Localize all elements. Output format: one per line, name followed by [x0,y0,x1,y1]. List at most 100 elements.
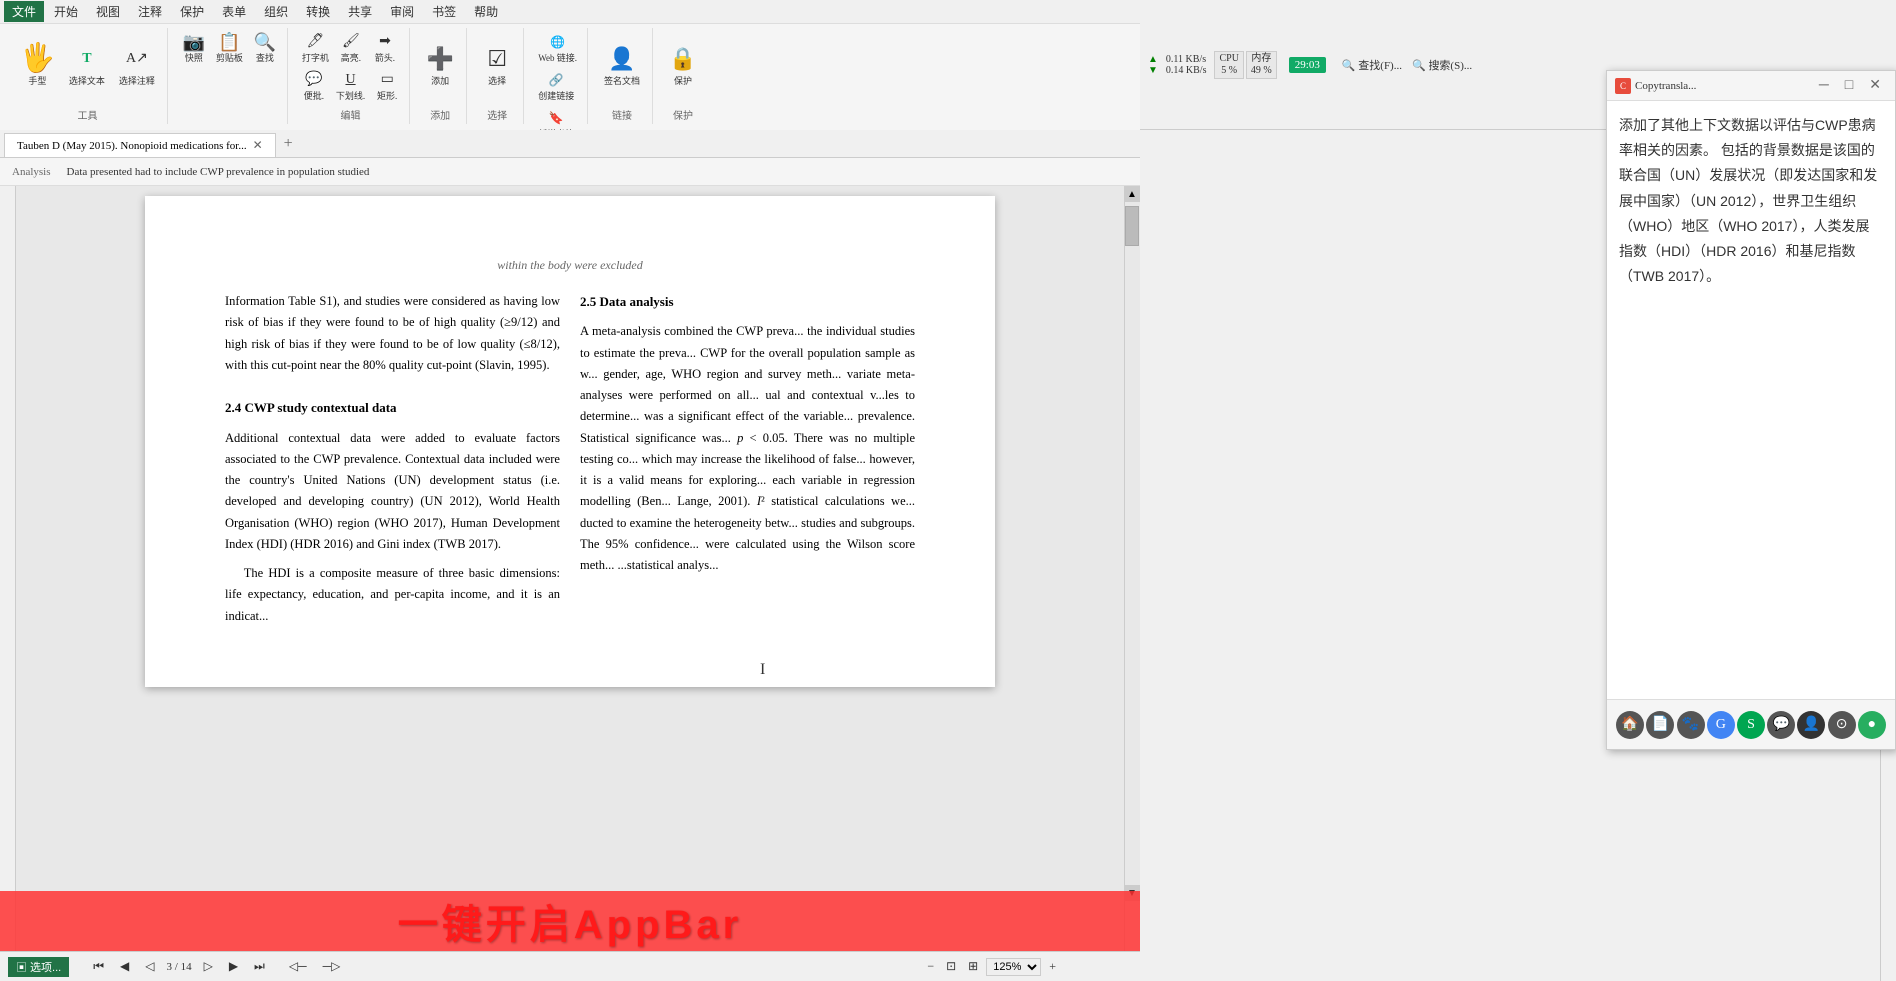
fit-width-btn[interactable]: ⊡ [942,957,960,976]
tool-buttons: 🖐 手型 T 选择文本 A↗ 选择注释 [14,30,161,100]
nav-prev-page-btn[interactable]: ◁ [141,957,158,976]
ct-google-btn[interactable]: G [1707,711,1735,739]
hand-label: 手型 [28,75,46,87]
menu-review[interactable]: 审阅 [382,1,422,22]
nav-next-page-btn[interactable]: ▷ [200,957,217,976]
snapshot-label: 快照 [185,52,203,64]
zoom-select[interactable]: 125% 100% 75% 150% [986,958,1041,976]
ct-minimize-btn[interactable]: ─ [1813,76,1835,96]
nav-back-btn[interactable]: ◁─ [285,957,311,976]
find-btn[interactable]: 🔍 查找(F)... [1342,57,1402,73]
toolbar-group-add: ➕ 添加 添加 [414,28,467,124]
doc-area: Analysis Data presented had to include C… [0,158,1140,951]
fit-page-btn[interactable]: ⊞ [964,957,982,976]
select-options-button[interactable]: ▣ 选项... [8,957,69,977]
zoom-in-btn[interactable]: + [1045,957,1060,976]
ct-copy-btn[interactable]: 📄 [1646,711,1674,739]
arrow-button[interactable]: ➡ 箭头. [369,30,401,66]
cpu-box: CPU 5 % [1214,51,1243,79]
left-scrollbar [0,186,16,951]
comment-button[interactable]: 💬 便批. [298,68,330,104]
menu-organize[interactable]: 组织 [256,1,296,22]
sign-doc-icon: 👤 [608,43,635,75]
zoom-out-btn[interactable]: − [923,957,938,976]
menu-annotate[interactable]: 注释 [130,1,170,22]
add-buttons: ➕ 添加 [420,30,460,100]
menu-bookmark[interactable]: 书签 [424,1,464,22]
snapshot-button[interactable]: 📷 快照 [178,30,210,66]
toolbar-group-tools: 🖐 手型 T 选择文本 A↗ 选择注释 工具 [8,28,168,124]
add-button[interactable]: ➕ 添加 [420,30,460,100]
select-label: 选择 [488,75,506,87]
find-label: 查找 [256,52,274,64]
nav-next-btn[interactable]: ▶ [225,957,242,976]
select-button[interactable]: ☑ 选择 [477,30,517,100]
menu-form[interactable]: 表单 [214,1,254,22]
menu-protect[interactable]: 保护 [172,1,212,22]
menu-help[interactable]: 帮助 [466,1,506,22]
menu-view[interactable]: 视图 [88,1,128,22]
highlight-button[interactable]: 🖌 高亮. [335,30,367,66]
arrow-label: 箭头. [375,52,395,64]
close-tab-button[interactable]: ✕ [253,138,263,153]
protect-button[interactable]: 🔒 保护 [663,30,703,100]
underline-button[interactable]: U 下划线. [332,68,369,104]
arrow-icon: ➡ [379,32,391,52]
ct-green-btn[interactable]: ● [1858,711,1886,739]
ct-s-btn[interactable]: S [1737,711,1765,739]
web-link-label: Web 链接. [538,52,577,64]
menu-convert[interactable]: 转换 [298,1,338,22]
tab-label: Tauben D (May 2015). Nonopioid medicatio… [17,140,247,152]
menu-file[interactable]: 文件 [4,1,44,22]
sign-doc-button[interactable]: 👤 签名文档 [598,30,646,100]
menu-share[interactable]: 共享 [340,1,380,22]
ct-user-btn[interactable]: 👤 [1797,711,1825,739]
mem-value: 49 % [1251,65,1272,77]
nav-first-btn[interactable]: ⏮ [89,957,108,976]
select-annotation-icon: A↗ [126,43,148,75]
create-link-button[interactable]: 🔗 创建链接 [534,68,578,104]
menu-start[interactable]: 开始 [46,1,86,22]
hand-tool-button[interactable]: 🖐 手型 [14,30,61,100]
nav-forward-btn[interactable]: ─▷ [319,957,345,976]
ct-msg-btn[interactable]: 💬 [1767,711,1795,739]
document-tab[interactable]: Tauben D (May 2015). Nonopioid medicatio… [4,133,276,157]
create-link-label: 创建链接 [538,90,574,102]
web-link-button[interactable]: 🌐 Web 链接. [534,30,581,66]
search-btn[interactable]: 🔍 搜索(S)... [1412,57,1472,73]
zoom-controls: − ⊡ ⊞ 125% 100% 75% 150% + [923,957,1060,976]
appbar-banner[interactable]: 一键开启AppBar [0,891,1140,951]
scroll-up-btn[interactable]: ▲ [1124,186,1140,202]
protect-group-label: 保护 [673,107,693,122]
clipboard-button[interactable]: 📋 剪贴板 [212,30,247,66]
toolbar-group-edit: 🖊 打字机 🖌 高亮. ➡ 箭头. 💬 便批. [292,28,410,124]
ct-home-btn[interactable]: 🏠 [1616,711,1644,739]
ct-maximize-btn[interactable]: □ [1839,76,1859,96]
add-tab-button[interactable]: + [276,131,301,157]
ct-circle-btn[interactable]: ⊙ [1828,711,1856,739]
toolbar-group-protect: 🔒 保护 保护 [657,28,709,124]
cpu-value: 5 % [1219,65,1238,77]
scroll-thumb[interactable] [1125,206,1139,246]
select-annotation-button[interactable]: A↗ 选择注释 [113,30,161,100]
select-text-button[interactable]: T 选择文本 [63,30,111,100]
add-bookmark-icon: 🔖 [549,108,564,128]
section-cwp-heading: 2.4 CWP study contextual data [225,397,560,419]
web-link-icon: 🌐 [550,32,565,52]
ct-close-btn[interactable]: ✕ [1863,75,1887,96]
typewriter-button[interactable]: 🖊 打字机 [298,30,333,66]
left-para-2: Additional contextual data were added to… [225,428,560,556]
clipboard-label: 剪贴板 [216,52,243,64]
nav-prev-btn[interactable]: ◀ [116,957,133,976]
two-column-layout: Information Table S1), and studies were … [225,291,915,627]
rect-button[interactable]: ▭ 矩形. [371,68,403,104]
find-button[interactable]: 🔍 查找 [249,30,281,66]
ct-dog-btn[interactable]: 🐾 [1677,711,1705,739]
select-text-label: 选择文本 [69,75,105,87]
nav-last-btn[interactable]: ⏭ [250,957,269,976]
mem-label: 内存 [1251,53,1272,65]
sign-doc-label: 签名文档 [604,75,640,87]
create-link-icon: 🔗 [549,70,564,90]
toolbar-group-annotation: 🌐 Web 链接. 🔗 创建链接 🔖 新增书签 [528,28,588,124]
right-scrollbar[interactable]: ▲ ▼ [1124,186,1140,951]
